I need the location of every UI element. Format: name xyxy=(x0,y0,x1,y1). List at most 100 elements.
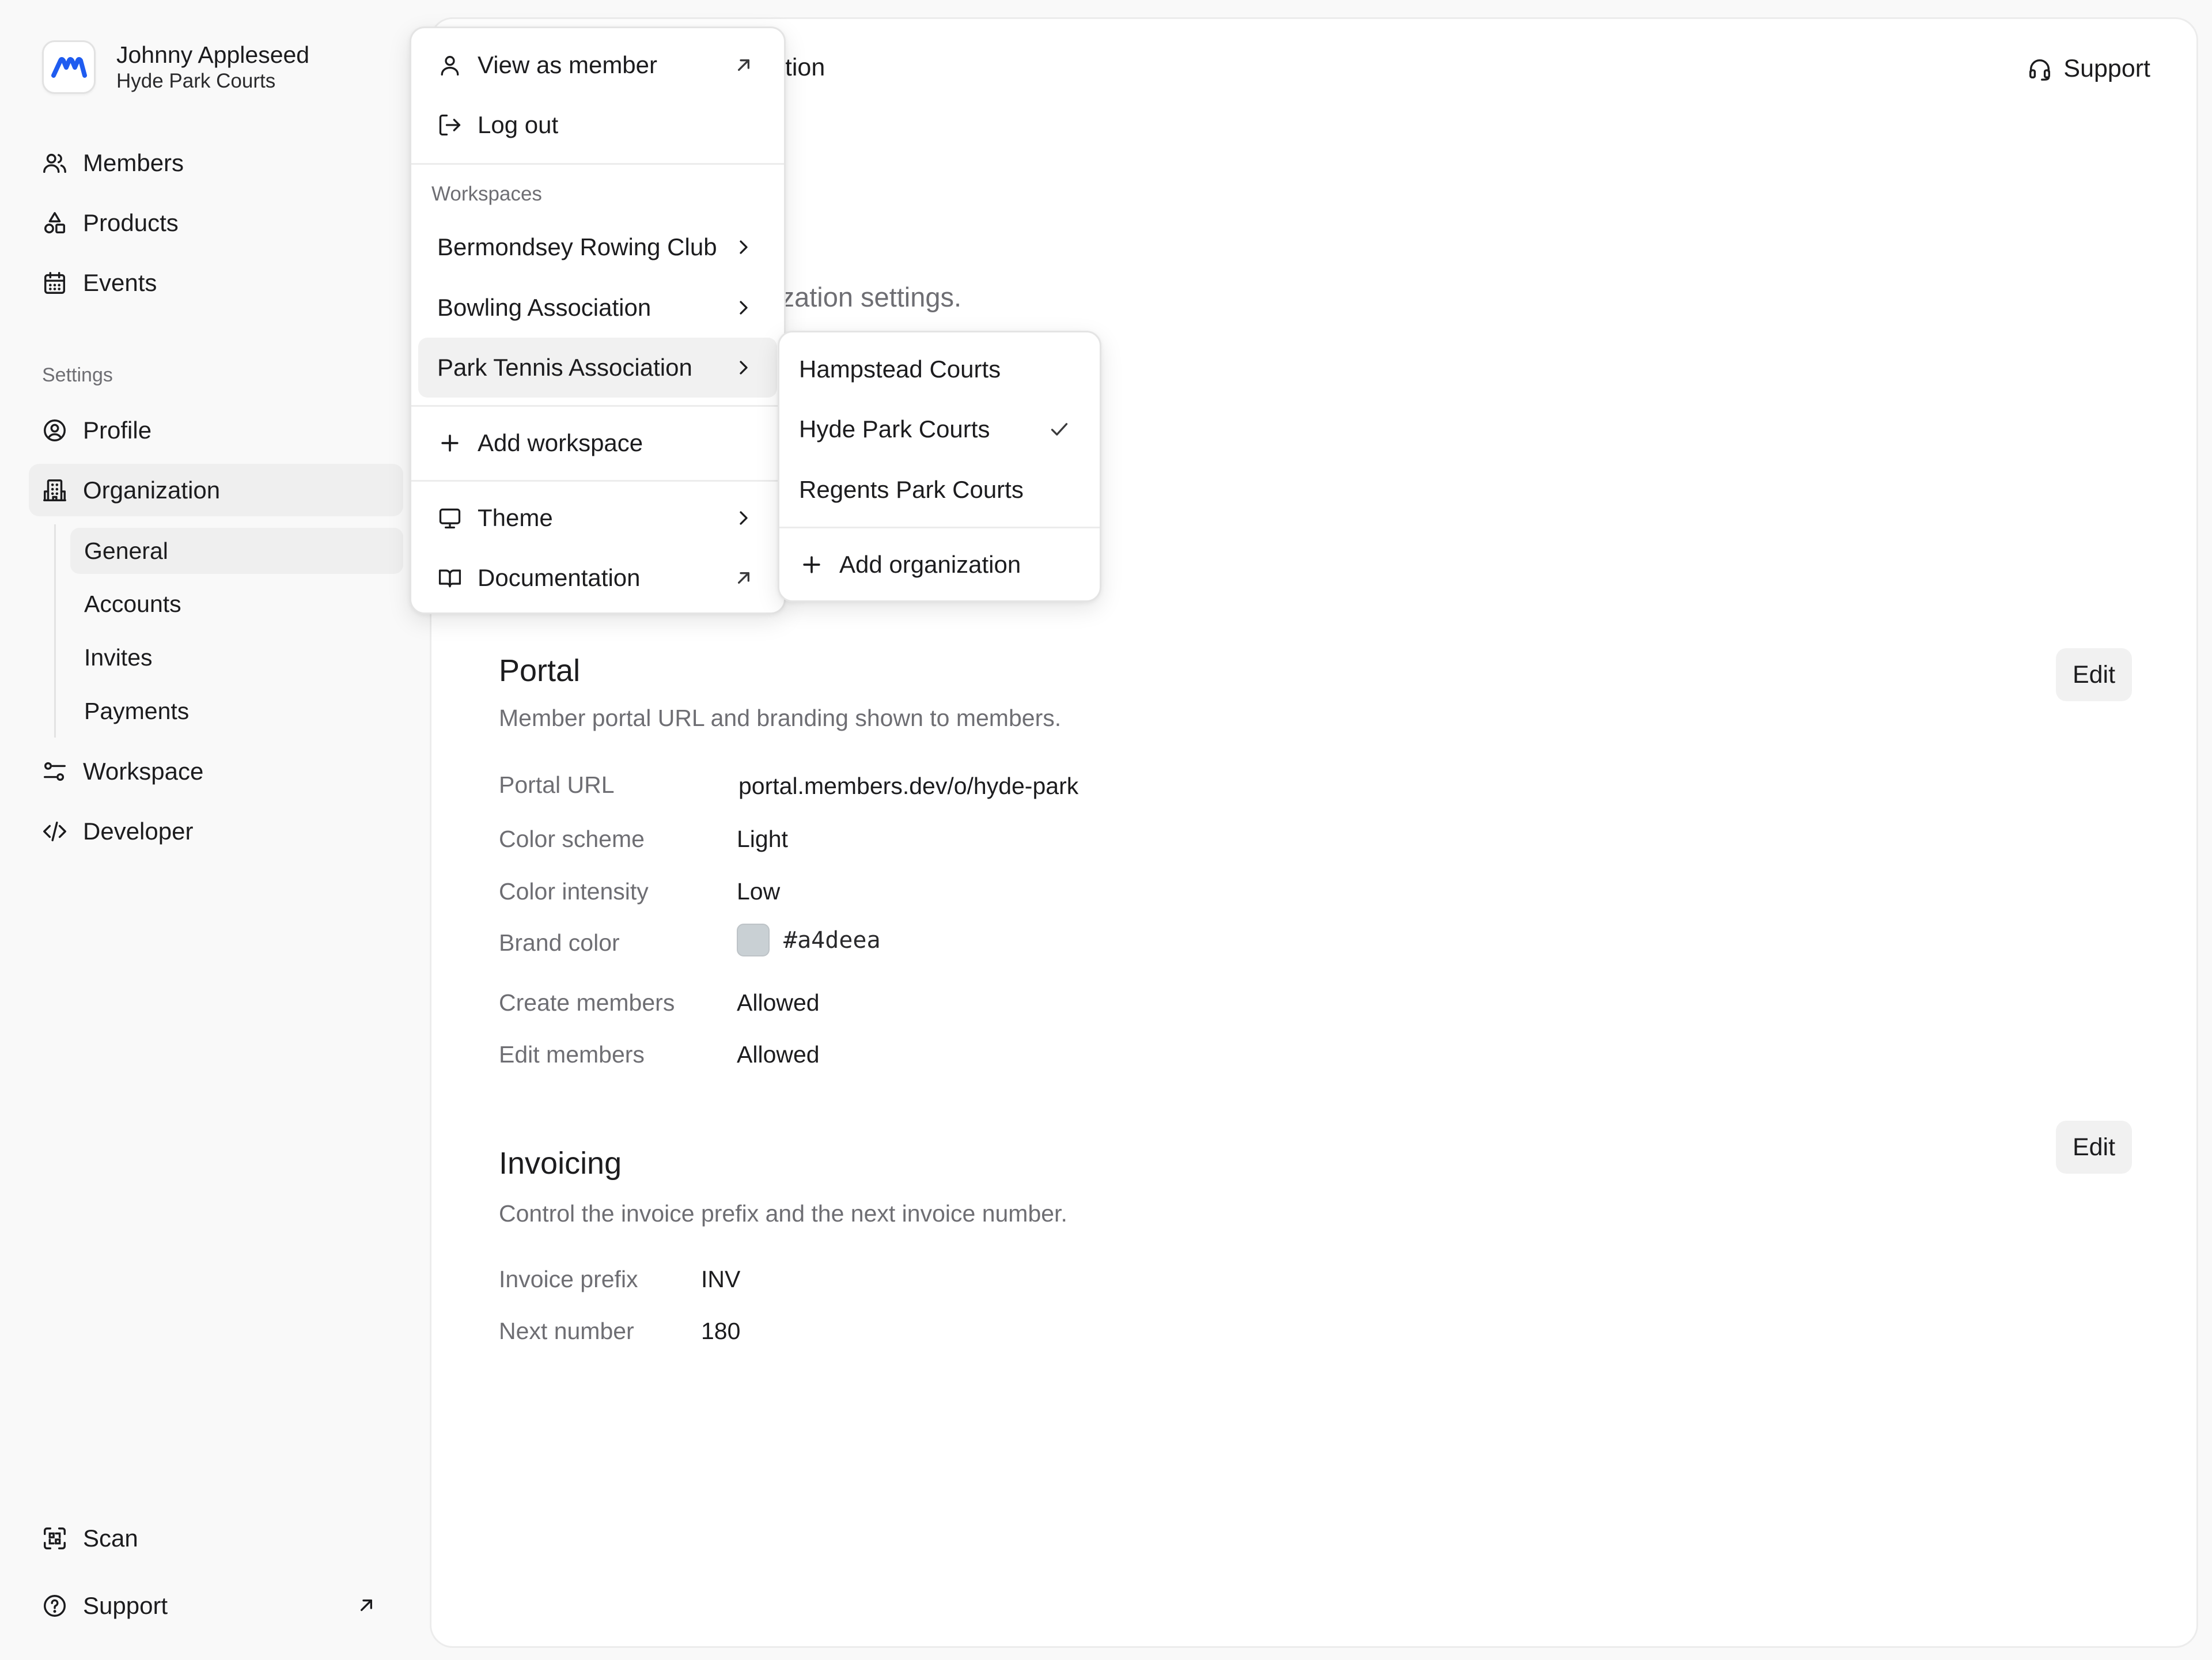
next-number-value: 180 xyxy=(701,1318,741,1344)
menu-item-workspace-bowling[interactable]: Bowling Association xyxy=(418,278,777,338)
plus-icon xyxy=(799,552,824,577)
subnav-item-payments[interactable]: Payments xyxy=(70,688,403,734)
app-root: Johnny Appleseed Hyde Park Courts Member… xyxy=(0,0,2212,1660)
building-icon xyxy=(41,477,68,504)
portal-section-description: Member portal URL and branding shown to … xyxy=(499,705,1062,731)
sidebar-item-label: Scan xyxy=(83,1524,138,1552)
brand-color-value: #a4deea xyxy=(737,924,881,956)
chevron-right-icon xyxy=(740,240,748,254)
menu-item-label: Bermondsey Rowing Club xyxy=(437,233,717,260)
portal-url-label: Portal URL xyxy=(499,772,615,798)
chevron-right-icon xyxy=(740,361,748,375)
menu-divider xyxy=(411,163,784,165)
sidebar-item-developer[interactable]: Developer xyxy=(29,805,403,857)
color-scheme-value: Light xyxy=(737,826,788,852)
account-organization: Hyde Park Courts xyxy=(116,69,276,92)
submenu-item-label: Regents Park Courts xyxy=(799,476,1024,503)
sidebar-item-label: Support xyxy=(83,1591,168,1619)
book-open-icon xyxy=(437,565,463,591)
account-switcher[interactable]: Johnny Appleseed Hyde Park Courts xyxy=(42,40,309,94)
monitor-icon xyxy=(437,505,463,531)
invoice-prefix-label: Invoice prefix xyxy=(499,1266,638,1292)
color-scheme-label: Color scheme xyxy=(499,826,645,852)
menu-item-add-workspace[interactable]: Add workspace xyxy=(418,413,777,473)
subnav-item-general[interactable]: General xyxy=(70,528,403,574)
chevron-right-icon xyxy=(740,301,748,315)
page-subtitle: nization settings. xyxy=(760,282,962,312)
subnav-divider xyxy=(54,524,56,738)
workspaces-heading: Workspaces xyxy=(431,183,542,205)
sidebar-item-organization[interactable]: Organization xyxy=(29,464,403,516)
submenu-item-add-organization[interactable]: Add organization xyxy=(786,535,1093,595)
menu-item-label: Theme xyxy=(478,504,553,531)
support-label: Support xyxy=(2063,55,2150,82)
sidebar-item-events[interactable]: Events xyxy=(29,256,403,309)
portal-url-value: portal.members.dev/o/hyde-park xyxy=(738,773,1079,799)
sidebar: Johnny Appleseed Hyde Park Courts Member… xyxy=(0,0,429,1660)
log-out-icon xyxy=(437,112,463,138)
organization-submenu: Hampstead Courts Hyde Park Courts Regent… xyxy=(778,331,1101,602)
menu-item-label: Bowling Association xyxy=(437,294,652,321)
portal-edit-button[interactable]: Edit xyxy=(2056,648,2132,701)
subnav-item-accounts[interactable]: Accounts xyxy=(70,581,403,627)
menu-item-theme[interactable]: Theme xyxy=(418,488,777,548)
menu-item-workspace-bermondsey[interactable]: Bermondsey Rowing Club xyxy=(418,217,777,277)
brand-color-hex: #a4deea xyxy=(783,927,881,954)
color-intensity-value: Low xyxy=(737,878,781,905)
menu-divider xyxy=(411,480,784,482)
menu-item-label: Park Tennis Association xyxy=(437,354,692,381)
color-intensity-label: Color intensity xyxy=(499,878,649,905)
menu-item-documentation[interactable]: Documentation xyxy=(418,548,777,608)
sidebar-item-label: Events xyxy=(83,269,157,296)
help-circle-icon xyxy=(41,1593,68,1619)
sidebar-item-products[interactable]: Products xyxy=(29,196,403,249)
invoicing-section-title: Invoicing xyxy=(499,1146,622,1181)
code-icon xyxy=(41,818,68,845)
edit-members-value: Allowed xyxy=(737,1041,820,1068)
account-name: Johnny Appleseed xyxy=(116,41,310,68)
sidebar-item-workspace[interactable]: Workspace xyxy=(29,745,403,797)
headset-icon xyxy=(2029,59,2051,81)
invoicing-section-description: Control the invoice prefix and the next … xyxy=(499,1200,1067,1227)
sidebar-item-scan[interactable]: Scan xyxy=(29,1512,403,1564)
sidebar-item-profile[interactable]: Profile xyxy=(29,404,403,456)
create-members-value: Allowed xyxy=(737,989,820,1016)
settings-section-label: Settings xyxy=(42,364,113,386)
brand-logo-icon xyxy=(42,40,96,94)
external-arrow-icon xyxy=(361,1600,372,1611)
brand-color-label: Brand color xyxy=(499,929,620,956)
submenu-item-hampstead[interactable]: Hampstead Courts xyxy=(786,339,1093,399)
menu-item-label: Log out xyxy=(478,111,559,138)
menu-item-label: View as member xyxy=(478,51,658,78)
menu-item-view-as-member[interactable]: View as member xyxy=(418,35,777,95)
plus-icon xyxy=(437,430,463,456)
submenu-item-regents-park[interactable]: Regents Park Courts xyxy=(786,460,1093,520)
sidebar-item-label: Products xyxy=(83,209,179,236)
chevron-right-icon xyxy=(740,511,748,525)
account-menu: View as member Log out Workspaces Bermon… xyxy=(410,27,786,614)
sidebar-item-label: Organization xyxy=(83,476,221,504)
invoice-prefix-value: INV xyxy=(701,1266,741,1292)
edit-members-label: Edit members xyxy=(499,1041,645,1068)
sidebar-item-support[interactable]: Support xyxy=(29,1579,403,1632)
support-button[interactable]: Support xyxy=(2027,55,2150,83)
scan-icon xyxy=(41,1525,68,1552)
portal-section-title: Portal xyxy=(499,653,581,688)
sliders-icon xyxy=(41,758,68,785)
user-circle-icon xyxy=(41,417,68,444)
submenu-item-hyde-park[interactable]: Hyde Park Courts xyxy=(786,399,1093,459)
shapes-icon xyxy=(41,210,68,236)
external-arrow-icon xyxy=(738,59,749,71)
sidebar-item-label: Members xyxy=(83,149,184,176)
menu-item-log-out[interactable]: Log out xyxy=(418,95,777,155)
menu-divider xyxy=(779,527,1100,528)
subnav-item-invites[interactable]: Invites xyxy=(70,634,403,680)
sidebar-item-members[interactable]: Members xyxy=(29,137,403,189)
calendar-icon xyxy=(41,270,68,296)
sidebar-item-label: Workspace xyxy=(83,757,204,785)
invoicing-edit-button[interactable]: Edit xyxy=(2056,1121,2132,1174)
user-icon xyxy=(437,52,463,78)
check-icon xyxy=(1051,423,1068,436)
menu-item-workspace-park-tennis[interactable]: Park Tennis Association xyxy=(418,338,777,398)
next-number-label: Next number xyxy=(499,1318,634,1344)
